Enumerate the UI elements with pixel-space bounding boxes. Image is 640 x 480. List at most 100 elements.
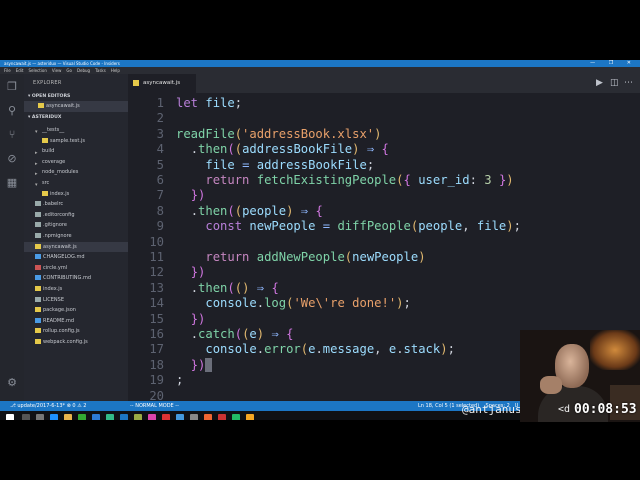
open-editors-header[interactable]: ▾ OPEN EDITORS <box>28 94 70 99</box>
code-line[interactable]: readFile('addressBook.xlsx') <box>176 127 381 141</box>
explorer-taskbar-icon[interactable] <box>64 414 72 420</box>
tree-item[interactable]: ▾ __tests__ <box>24 125 128 136</box>
app-icon-3[interactable] <box>148 414 156 420</box>
js-file-icon <box>38 103 44 108</box>
tree-item[interactable]: ▾ src <box>24 178 128 189</box>
problems-indicator[interactable]: ⊗ 0 ⚠ 2 <box>67 403 87 409</box>
code-line[interactable]: let file; <box>176 96 242 110</box>
debug-icon[interactable]: ⊘ <box>5 152 19 166</box>
word-icon[interactable] <box>92 414 100 420</box>
code-line[interactable]: console.error(e.message, e.stack); <box>176 342 455 356</box>
code-line[interactable]: .then(() ⇒ { <box>176 281 279 295</box>
menu-item-tasks[interactable]: Tasks <box>95 68 106 73</box>
menu-item-view[interactable]: View <box>52 68 62 73</box>
tree-item[interactable]: .editorconfig <box>24 210 128 221</box>
code-line[interactable]: }) <box>176 188 206 202</box>
code-line[interactable]: .catch((e) ⇒ { <box>176 327 294 341</box>
files-icon[interactable]: ❐ <box>5 80 19 94</box>
menu-item-help[interactable]: Help <box>111 68 120 73</box>
tree-item[interactable]: .gitignore <box>24 220 128 231</box>
tab-asyncawait[interactable]: asyncawait.js <box>128 74 196 93</box>
tree-item[interactable]: circle.yml <box>24 263 128 274</box>
split-editor-icon[interactable]: ◫ <box>610 78 619 88</box>
app-icon-2[interactable] <box>134 414 142 420</box>
windows-start-icon[interactable] <box>6 414 14 420</box>
line-number: 5 <box>156 157 164 172</box>
tree-item[interactable]: rollup.config.js <box>24 326 128 337</box>
tree-item[interactable]: package.json <box>24 305 128 316</box>
line-number: 18 <box>149 357 164 372</box>
excel-icon[interactable] <box>78 414 86 420</box>
menu-item-debug[interactable]: Debug <box>77 68 90 73</box>
search-taskbar-icon[interactable] <box>22 414 30 420</box>
app-icon-9[interactable] <box>232 414 240 420</box>
project-header[interactable]: ▾ ASTERIDUX <box>28 115 61 120</box>
app-icon-6[interactable] <box>190 414 198 420</box>
line-number: 7 <box>156 188 164 203</box>
code-token: , <box>462 219 470 234</box>
task-view-icon[interactable] <box>36 414 44 420</box>
tree-item[interactable]: asyncawait.js <box>24 241 128 253</box>
window-controls[interactable]: — ❐ ✕ <box>590 60 637 67</box>
search-icon[interactable]: ⚲ <box>5 104 19 118</box>
open-editor-item[interactable]: asyncawait.js <box>24 101 128 112</box>
tree-item[interactable]: ▸ coverage <box>24 157 128 168</box>
vscode-taskbar-icon[interactable] <box>120 414 128 420</box>
presenter-hand <box>540 376 562 394</box>
tree-item[interactable]: README.md <box>24 316 128 327</box>
code-token: = <box>322 219 331 234</box>
app-icon-7[interactable] <box>204 414 212 420</box>
tree-item[interactable]: .babelrc <box>24 199 128 210</box>
tree-item[interactable]: ▸ node_modules <box>24 167 128 178</box>
code-token: log <box>264 296 287 311</box>
tree-item[interactable]: webpack.config.js <box>24 337 128 348</box>
tree-item[interactable]: index.js <box>24 189 128 200</box>
code-line[interactable]: }) <box>176 265 206 279</box>
file-icon <box>35 233 41 238</box>
app-icon-5[interactable] <box>176 414 184 420</box>
tree-item[interactable]: CONTRIBUTING.md <box>24 273 128 284</box>
source-control-icon[interactable]: ⑂ <box>5 128 19 142</box>
app-icon-10[interactable] <box>246 414 254 420</box>
activity-bar: ❐ ⚲ ⑂ ⊘ ▦ ⚙ <box>0 74 24 401</box>
app-icon-1[interactable] <box>106 414 114 420</box>
git-branch[interactable]: ⎇ update/2017-6-13* ⊗ 0 ⚠ 2 <box>10 401 86 411</box>
code-token: people <box>418 219 463 234</box>
code-line[interactable]: return fetchExistingPeople({ user_id: 3 … <box>176 173 513 187</box>
tree-item[interactable]: index.js <box>24 284 128 295</box>
tree-item[interactable]: sample.test.js <box>24 136 128 147</box>
menu-item-file[interactable]: File <box>4 68 11 73</box>
edge-icon[interactable] <box>50 414 58 420</box>
menu-item-selection[interactable]: Selection <box>28 68 46 73</box>
chevron-right-icon: ▸ <box>35 150 38 157</box>
file-icon <box>35 211 41 217</box>
code-token: addressBookFile <box>242 142 353 157</box>
extensions-icon[interactable]: ▦ <box>5 176 19 190</box>
more-icon[interactable]: ⋯ <box>624 78 633 88</box>
code-line[interactable]: file = addressBookFile; <box>176 158 374 172</box>
run-icon[interactable]: ▶ <box>596 78 603 88</box>
code-token: 'addressBook.xlsx' <box>242 126 375 141</box>
code-token: ( <box>300 342 309 357</box>
tree-item[interactable]: ▸ build <box>24 146 128 157</box>
code-line[interactable]: console.log('We\'re done!'); <box>176 296 411 310</box>
app-icon-8[interactable] <box>218 414 226 420</box>
code-line[interactable]: }) <box>176 357 213 373</box>
settings-gear-icon[interactable]: ⚙ <box>5 376 19 390</box>
code-token: ( <box>227 280 235 295</box>
line-number: 9 <box>156 219 164 234</box>
code-line[interactable]: .then((addressBookFile) ⇒ { <box>176 142 389 156</box>
code-line[interactable]: }) <box>176 312 206 326</box>
code-token: }) <box>190 357 206 372</box>
menu-item-edit[interactable]: Edit <box>16 68 24 73</box>
tree-item[interactable]: .npmignore <box>24 231 128 242</box>
menu-item-go[interactable]: Go <box>66 68 72 73</box>
code-line[interactable]: return addNewPeople(newPeople) <box>176 250 425 264</box>
code-line[interactable]: ; <box>176 373 183 387</box>
code-line[interactable]: const newPeople = diffPeople(people, fil… <box>176 219 521 233</box>
app-icon-4[interactable] <box>162 414 170 420</box>
code-token: 'We\'re done!' <box>293 296 397 311</box>
tree-item[interactable]: LICENSE <box>24 295 128 306</box>
code-line[interactable]: .then((people) ⇒ { <box>176 204 323 218</box>
tree-item[interactable]: CHANGELOG.md <box>24 252 128 263</box>
